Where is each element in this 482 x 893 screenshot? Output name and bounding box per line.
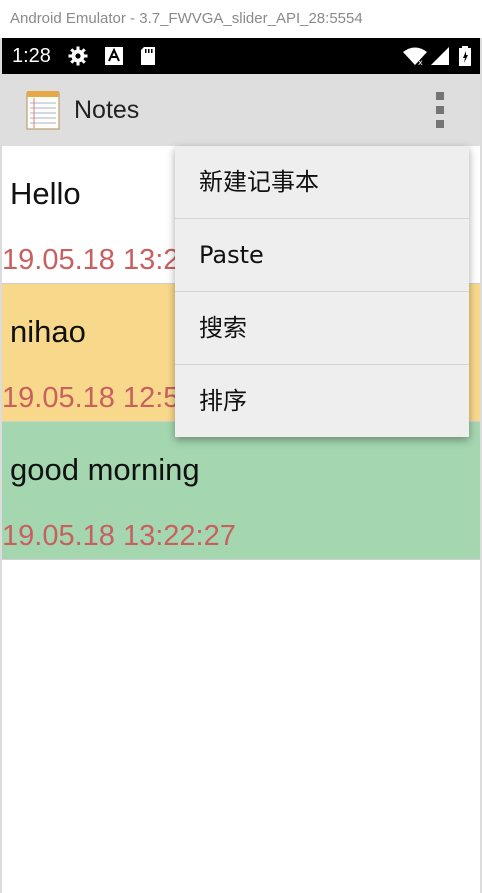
menu-item-search[interactable]: 搜索 <box>175 292 469 365</box>
battery-icon <box>459 46 471 66</box>
sd-card-icon <box>141 47 155 65</box>
emulator-window-title: Android Emulator - 3.7_FWVGA_slider_API_… <box>0 0 482 38</box>
note-title: nihao <box>10 314 86 349</box>
action-bar: Notes <box>2 74 480 146</box>
more-vert-icon[interactable] <box>428 92 452 128</box>
note-title: good morning <box>10 452 200 487</box>
svg-text:x: x <box>418 58 423 66</box>
wifi-icon: x <box>403 47 427 66</box>
menu-item-paste[interactable]: Paste <box>175 219 469 292</box>
text-a-icon <box>105 47 123 65</box>
status-time: 1:28 <box>12 45 51 67</box>
note-date: 19.05.18 13:22:27 <box>2 520 236 552</box>
note-item[interactable]: good morning 19.05.18 13:22:27 <box>2 422 480 560</box>
note-date: 19.05.18 13:2 <box>2 244 180 276</box>
app-title: Notes <box>74 96 140 124</box>
cell-signal-icon <box>431 47 449 65</box>
menu-item-sort[interactable]: 排序 <box>175 365 469 438</box>
overflow-menu: 新建记事本 Paste 搜索 排序 <box>175 146 469 437</box>
menu-item-new-note[interactable]: 新建记事本 <box>175 146 469 219</box>
notepad-icon <box>26 91 60 130</box>
gear-icon <box>68 46 88 66</box>
note-title: Hello <box>10 176 81 211</box>
status-bar: 1:28 x <box>2 38 480 74</box>
note-date: 19.05.18 12:5 <box>2 382 180 414</box>
